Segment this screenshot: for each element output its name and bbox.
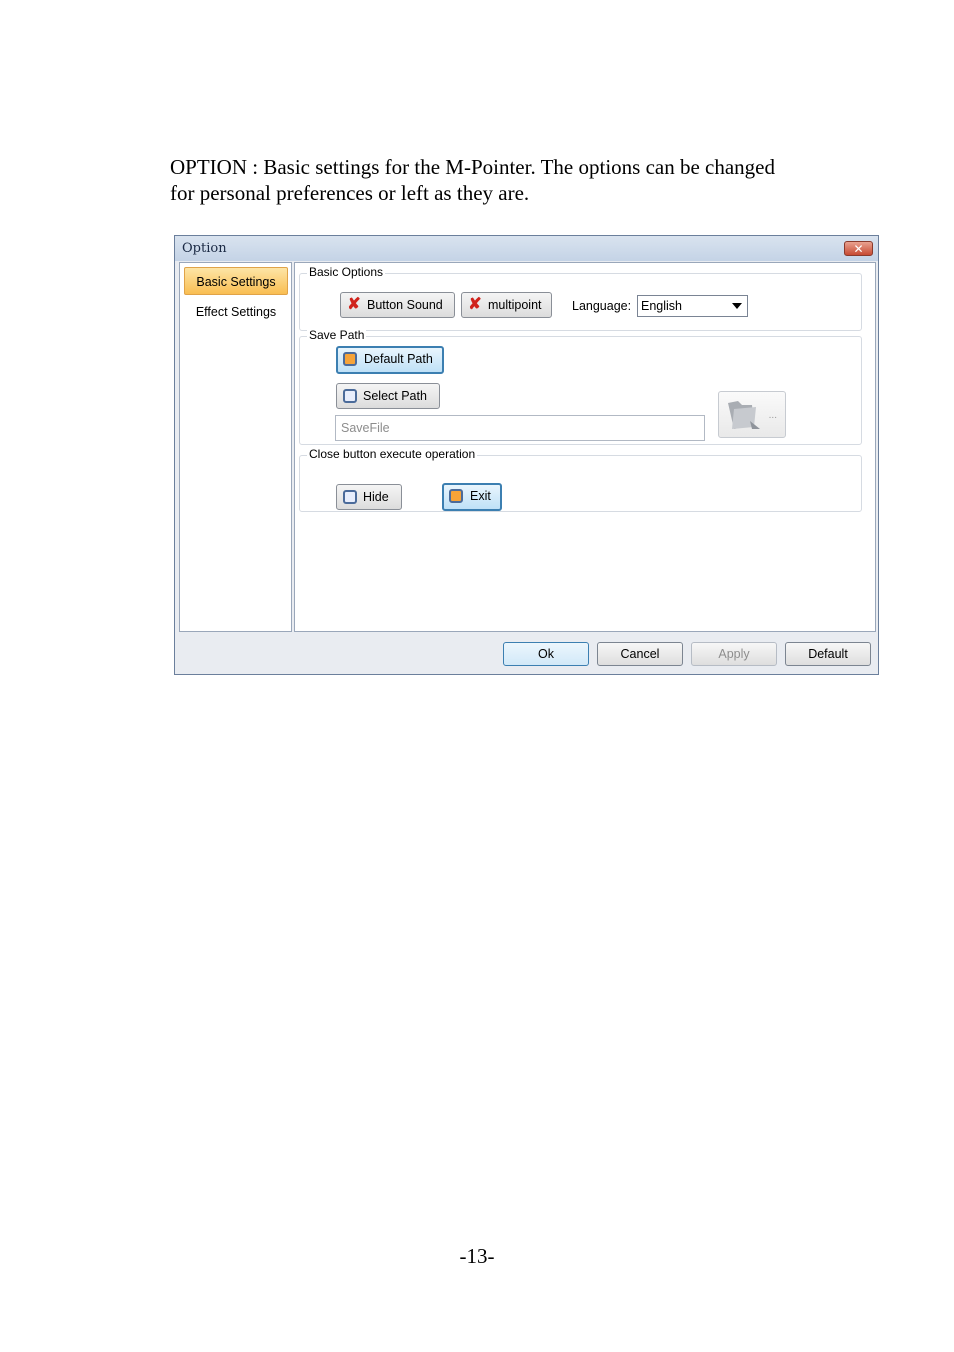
settings-nav: Basic Settings Effect Settings: [179, 262, 292, 632]
browse-folder-button[interactable]: ...: [718, 391, 786, 438]
cancel-button[interactable]: Cancel: [597, 642, 683, 666]
basic-options-group: Basic Options ✘ Button Sound ✘ multipoin…: [299, 265, 862, 331]
intro-line-2: for personal preferences or left as they…: [170, 181, 530, 205]
apply-button[interactable]: Apply: [691, 642, 777, 666]
select-path-label: Select Path: [363, 389, 427, 403]
save-file-input[interactable]: SaveFile: [335, 415, 705, 441]
close-operation-label: Close button execute operation: [307, 447, 478, 461]
save-file-placeholder: SaveFile: [341, 421, 390, 435]
radio-checked-icon: [449, 489, 463, 503]
ok-button[interactable]: Ok: [503, 642, 589, 666]
hide-radio[interactable]: Hide: [336, 484, 402, 510]
language-select[interactable]: English: [637, 295, 748, 317]
radio-unchecked-icon: [343, 389, 357, 403]
red-x-icon: ✘: [347, 296, 361, 313]
multipoint-toggle[interactable]: ✘ multipoint: [461, 292, 552, 318]
chevron-down-icon: [732, 303, 742, 309]
page-number: -13-: [459, 1244, 495, 1268]
basic-options-label: Basic Options: [307, 265, 386, 279]
nav-item-effect-settings[interactable]: Effect Settings: [184, 298, 288, 326]
language-label: Language:: [572, 299, 632, 313]
intro-text: OPTION : Basic settings for the M-Pointe…: [170, 154, 850, 206]
default-button[interactable]: Default: [785, 642, 871, 666]
multipoint-label: multipoint: [488, 298, 542, 312]
radio-checked-icon: [343, 352, 357, 366]
browse-dots: ...: [768, 410, 777, 421]
hide-label: Hide: [363, 490, 389, 504]
dialog-title: Option: [182, 241, 227, 256]
default-path-radio[interactable]: Default Path: [336, 346, 444, 374]
select-path-radio[interactable]: Select Path: [336, 383, 440, 409]
save-path-label: Save Path: [307, 328, 367, 342]
settings-content: Basic Options ✘ Button Sound ✘ multipoin…: [294, 262, 876, 632]
close-operation-group: Close button execute operation Hide Exit: [299, 447, 862, 512]
close-icon[interactable]: ✕: [844, 241, 873, 256]
nav-item-basic-settings[interactable]: Basic Settings: [184, 267, 288, 295]
button-sound-label: Button Sound: [367, 298, 443, 312]
default-path-label: Default Path: [364, 352, 433, 366]
intro-line-1: OPTION : Basic settings for the M-Pointe…: [170, 155, 776, 179]
button-sound-toggle[interactable]: ✘ Button Sound: [340, 292, 455, 318]
title-bar[interactable]: Option ✕: [175, 236, 878, 261]
save-path-group: Save Path Default Path Select Path SaveF…: [299, 328, 862, 445]
folder-icon: [728, 401, 760, 429]
exit-label: Exit: [470, 489, 491, 503]
exit-radio[interactable]: Exit: [442, 483, 502, 511]
option-dialog: Option ✕ Basic Settings Effect Settings …: [174, 235, 879, 675]
red-x-icon: ✘: [468, 296, 482, 313]
radio-unchecked-icon: [343, 490, 357, 504]
language-value: English: [641, 299, 682, 313]
